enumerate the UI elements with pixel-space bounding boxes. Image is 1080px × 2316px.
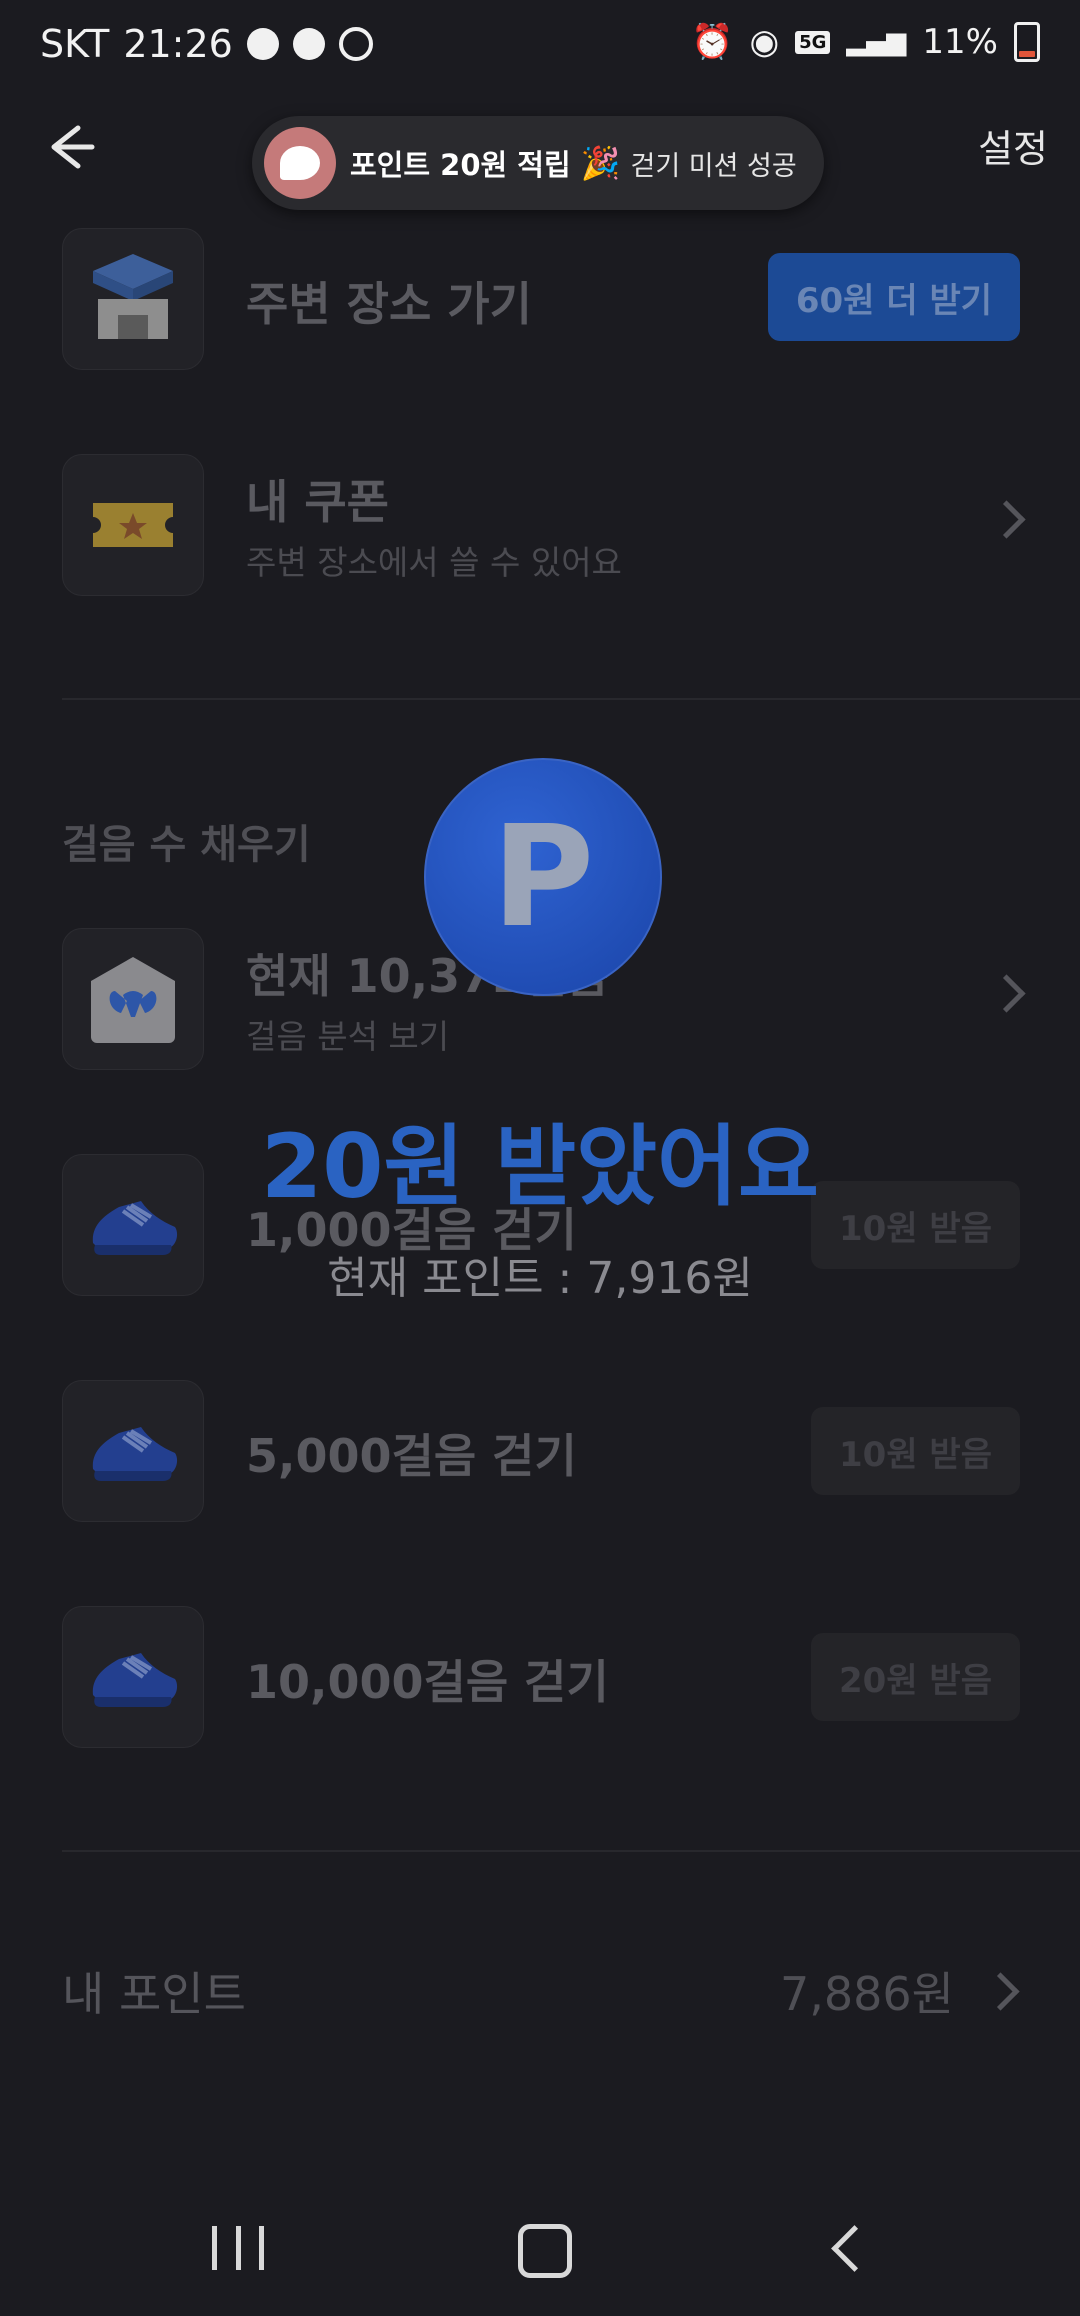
sneaker-icon <box>62 1380 204 1522</box>
my-points-label[interactable]: 내 포인트 <box>62 1958 246 2024</box>
store-icon <box>62 228 204 370</box>
coupons-title: 내 쿠폰 <box>246 475 389 529</box>
back-button[interactable] <box>40 112 110 182</box>
point-coin-icon: P <box>424 758 662 996</box>
chevron-right-icon[interactable] <box>981 1972 1020 2011</box>
reward-toast: 포인트 20원 적립 🎉 걷기 미션 성공 <box>252 116 824 210</box>
network-5g-badge: 5G <box>795 30 831 54</box>
reward-title: 20원 받았어요 <box>261 1115 819 1218</box>
coupons-subtitle: 주변 장소에서 쓸 수 있어요 <box>246 543 622 582</box>
mission-title: 10,000걸음 걷기 <box>246 1655 609 1709</box>
mission-row: 10,000걸음 걷기 20원 받음 <box>62 1606 1020 1748</box>
divider <box>62 698 1080 700</box>
chevron-right-icon <box>987 500 1026 539</box>
settings-button[interactable]: 설정 <box>978 118 1048 173</box>
nav-back-button[interactable] <box>831 2225 878 2272</box>
divider <box>62 1850 1080 1852</box>
battery-percent: 11% <box>922 22 998 62</box>
battery-icon <box>1014 22 1040 62</box>
chat-notification-icon <box>292 28 325 60</box>
mission-row: 5,000걸음 걷기 10원 받음 <box>62 1380 1020 1522</box>
chevron-right-icon <box>987 974 1026 1013</box>
signal-icon: ▂▄▆ <box>846 27 907 57</box>
my-points-value[interactable]: 7,886원 <box>780 1958 954 2024</box>
chat-notification-icon <box>246 28 279 60</box>
steps-house-icon <box>62 928 204 1070</box>
clock: 21:26 <box>123 22 233 66</box>
toast-message: 걷기 미션 성공 <box>630 150 797 182</box>
claimed-button[interactable]: 10원 받음 <box>811 1407 1020 1495</box>
nearby-title: 주변 장소 가기 <box>246 277 532 331</box>
stopwatch-icon <box>338 27 373 61</box>
my-coupons-row[interactable]: 내 쿠폰 주변 장소에서 쓸 수 있어요 <box>62 454 1026 596</box>
carrier-label: SKT <box>40 22 110 66</box>
hotspot-icon: ◉ <box>749 22 780 62</box>
status-bar: SKT 21:26 ⏰ ◉ 5G ▂▄▆ 11% <box>0 0 1080 96</box>
sneaker-icon <box>62 1606 204 1748</box>
toast-title: 포인트 20원 적립 <box>350 148 571 182</box>
steps-section-title: 걸음 수 채우기 <box>62 822 311 868</box>
get-more-points-button[interactable]: 60원 더 받기 <box>767 253 1020 341</box>
home-button[interactable] <box>518 2224 572 2278</box>
app-logo-icon <box>264 127 336 199</box>
arrow-left-icon <box>51 125 95 169</box>
party-popper-icon: 🎉 <box>580 144 621 182</box>
claimed-button[interactable]: 20원 받음 <box>811 1633 1020 1721</box>
current-points-text: 현재 포인트 : 7,916원 <box>327 1253 753 1304</box>
step-analysis-link: 걸음 분석 보기 <box>246 1017 450 1056</box>
ticket-icon <box>62 454 204 596</box>
nearby-places-row[interactable]: 주변 장소 가기 60원 더 받기 <box>62 228 1020 370</box>
mission-title: 5,000걸음 걷기 <box>246 1429 577 1483</box>
coin-letter: P <box>491 795 595 959</box>
alarm-icon: ⏰ <box>691 22 734 62</box>
recent-apps-button[interactable] <box>212 2226 264 2270</box>
